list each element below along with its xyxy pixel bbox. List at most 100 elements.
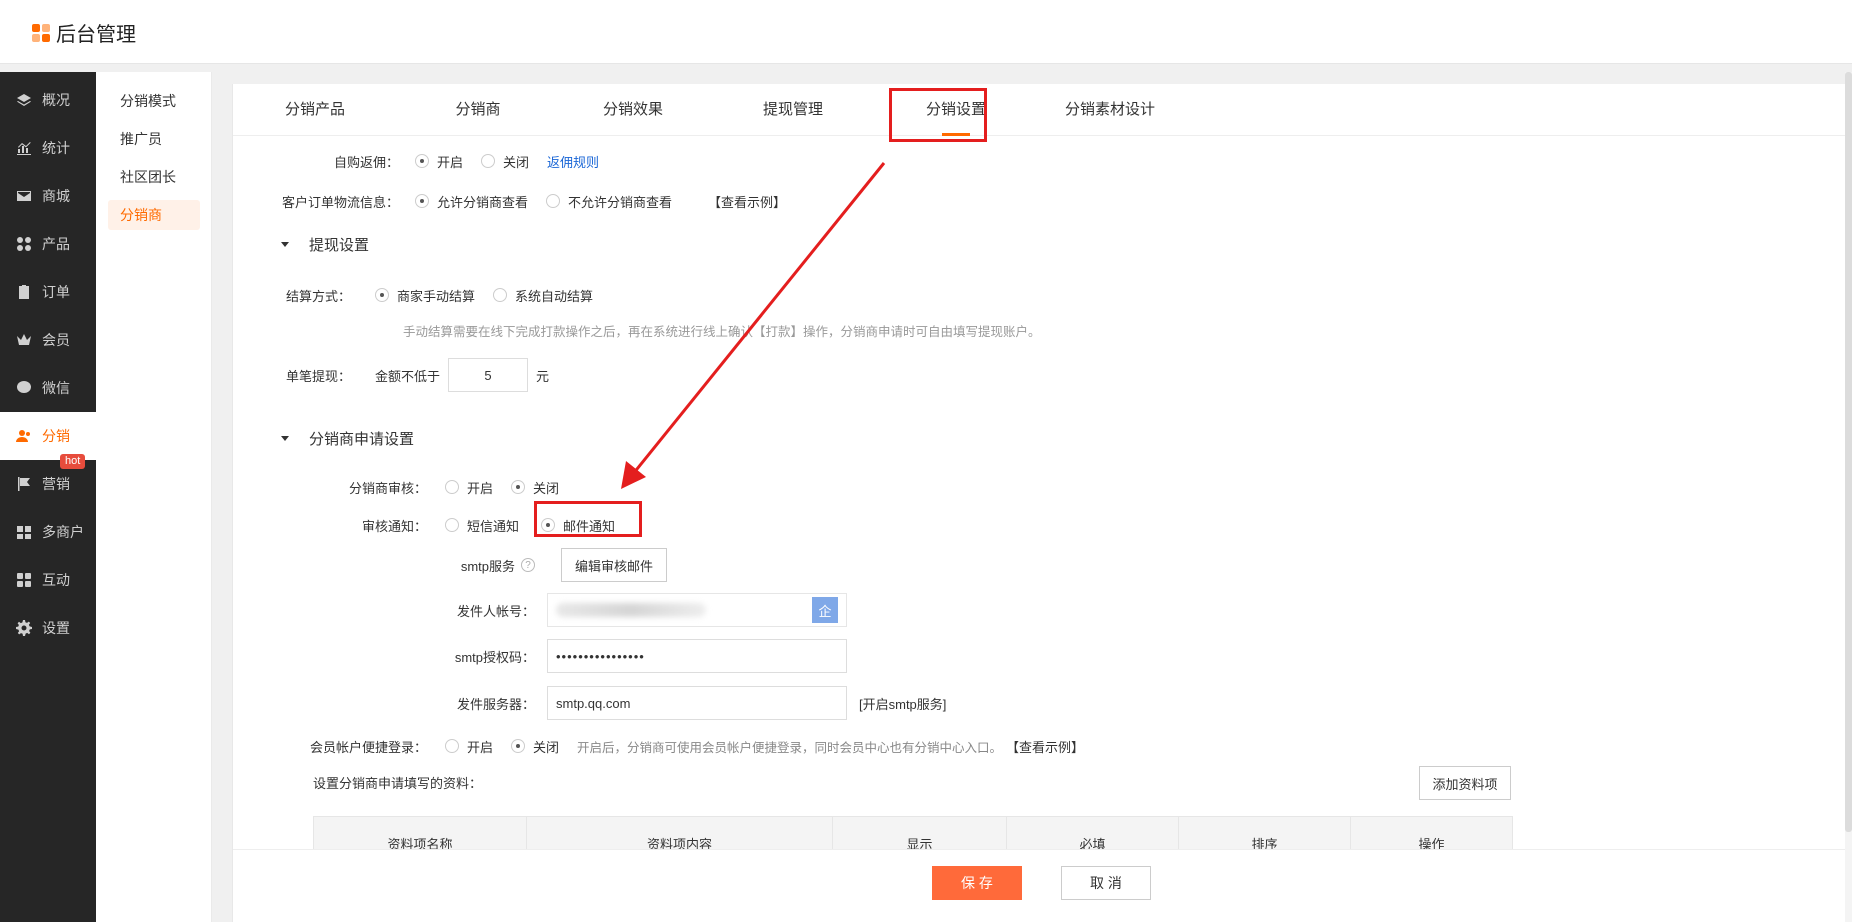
sidebar-item-stats[interactable]: 统计 [0, 124, 96, 172]
min-amount-input[interactable]: 5 [448, 358, 529, 392]
radio-dot [445, 480, 459, 494]
auth-code-label: smtp授权码： [454, 649, 535, 665]
quick-login-on-radio[interactable]: 开启 [445, 737, 493, 756]
quick-login-example-link[interactable]: 【查看示例】 [1006, 737, 1084, 756]
radio-dot [445, 739, 459, 753]
notify-sms-radio[interactable]: 短信通知 [445, 516, 519, 535]
sidebar-item-label: 订单 [42, 284, 70, 300]
quick-login-off-radio[interactable]: 关闭 [511, 737, 559, 756]
radio-label: 关闭 [503, 154, 530, 170]
single-withdraw-row: 单笔提现： 金额不低于 5 元 [233, 358, 549, 392]
sidebar-item-label: 设置 [42, 620, 70, 636]
self-rebate-label: 自购返佣： [333, 154, 399, 170]
tab-distribution-effect[interactable]: 分销效果 [593, 84, 673, 136]
rebate-rules-link[interactable]: 返佣规则 [547, 152, 599, 171]
settle-auto-radio[interactable]: 系统自动结算 [493, 286, 593, 305]
radio-label: 关闭 [533, 739, 560, 755]
sidebar-item-mall[interactable]: 商城 [0, 172, 96, 220]
chart-icon [16, 140, 32, 156]
sidebar-item-overview[interactable]: 概况 [0, 76, 96, 124]
tab-distributors[interactable]: 分销商 [443, 84, 513, 136]
notify-mail-radio[interactable]: 邮件通知 [541, 516, 615, 535]
withdraw-section-title[interactable]: 提现设置 [281, 232, 369, 256]
subnav-item-mode[interactable]: 分销模式 [108, 86, 200, 116]
tab-withdraw-management[interactable]: 提现管理 [753, 84, 833, 136]
server-input[interactable]: smtp.qq.com [547, 686, 847, 720]
radio-dot [511, 739, 526, 753]
sender-row: 发件人帐号： 企 [233, 593, 847, 627]
subnav-item-promoter[interactable]: 推广员 [108, 124, 200, 154]
sidebar-item-label: 概况 [42, 92, 70, 108]
tab-distribution-products[interactable]: 分销产品 [275, 84, 355, 136]
sender-account-input[interactable]: 企 [547, 593, 847, 627]
self-rebate-off-radio[interactable]: 关闭 [481, 152, 529, 171]
tab-material-design[interactable]: 分销素材设计 [1055, 84, 1165, 136]
radio-dot [415, 194, 429, 208]
radio-label: 允许分销商查看 [437, 194, 529, 210]
smtp-label: smtp服务 [460, 558, 515, 574]
auth-code-input[interactable]: •••••••••••••••• [547, 639, 847, 673]
radio-label: 开启 [437, 154, 464, 170]
hot-badge: hot [60, 454, 86, 469]
radio-dot [546, 194, 561, 208]
sidebar-item-wechat[interactable]: 微信 [0, 364, 96, 412]
app-title: 后台管理 [56, 24, 136, 46]
logistics-label: 客户订单物流信息： [281, 194, 399, 210]
sidebar-item-settings[interactable]: 设置 [0, 604, 96, 652]
users-icon [16, 428, 32, 444]
logistics-allow-radio[interactable]: 允许分销商查看 [415, 192, 528, 211]
server-row: 发件服务器： smtp.qq.com [开启smtp服务] [233, 686, 946, 720]
caret-down-icon [281, 435, 289, 441]
radio-dot [493, 288, 508, 302]
enterprise-addon[interactable]: 企 [812, 597, 838, 623]
sidebar-item-distribution[interactable]: 分销 [0, 412, 96, 460]
min-amount-prefix: 金额不低于 [375, 368, 441, 384]
subnav-item-community-leader[interactable]: 社区团长 [108, 162, 200, 192]
logistics-row: 客户订单物流信息： 允许分销商查看 不允许分销商查看 【查看示例】 [233, 186, 786, 216]
section-title-text: 分销商申请设置 [309, 430, 415, 448]
apply-section-title[interactable]: 分销商申请设置 [281, 426, 414, 450]
smtp-row: smtp服务 ? 编辑审核邮件 [233, 548, 667, 582]
sender-label: 发件人帐号： [456, 603, 535, 619]
sidebar-item-products[interactable]: 产品 [0, 220, 96, 268]
page-scrollbar[interactable] [1845, 72, 1852, 922]
sidebar-item-orders[interactable]: 订单 [0, 268, 96, 316]
add-field-button[interactable]: 添加资料项 [1419, 766, 1511, 800]
apply-fields-label: 设置分销商申请填写的资料： [313, 775, 483, 791]
app-logo[interactable]: 后台管理 [32, 18, 136, 47]
sidebar-item-interaction[interactable]: 互动 [0, 556, 96, 604]
review-row: 分销商审核： 开启 关闭 [233, 472, 577, 502]
form-footer: 保 存 取 消 [233, 849, 1852, 922]
sidebar-item-label: 分销 [42, 428, 70, 444]
self-rebate-on-radio[interactable]: 开启 [415, 152, 463, 171]
review-on-radio[interactable]: 开启 [445, 478, 493, 497]
sidebar-item-multi-merchant[interactable]: 多商户 [0, 508, 96, 556]
logistics-deny-radio[interactable]: 不允许分销商查看 [546, 192, 672, 211]
sidebar-item-label: 会员 [42, 332, 70, 348]
logistics-example-link[interactable]: 【查看示例】 [708, 192, 786, 211]
settle-manual-radio[interactable]: 商家手动结算 [375, 286, 475, 305]
notify-row: 审核通知： 短信通知 邮件通知 [233, 510, 633, 540]
enable-smtp-link[interactable]: [开启smtp服务] [859, 694, 946, 713]
radio-label: 邮件通知 [563, 518, 616, 534]
radio-label: 关闭 [533, 480, 560, 496]
sidebar-item-label: 统计 [42, 140, 70, 156]
subnav-item-distributor[interactable]: 分销商 [108, 200, 200, 230]
tab-distribution-settings[interactable]: 分销设置 [911, 84, 1001, 136]
sidebar-item-label: 多商户 [42, 524, 84, 540]
main-sidebar: 概况 统计 商城 产品 订单 会员 微信 分销 hot 营销 多商户 互动 设置 [0, 72, 96, 922]
radio-label: 系统自动结算 [515, 288, 594, 304]
edit-review-mail-button[interactable]: 编辑审核邮件 [561, 548, 667, 582]
radio-label: 商家手动结算 [397, 288, 476, 304]
review-off-radio[interactable]: 关闭 [511, 478, 559, 497]
scrollbar-thumb[interactable] [1845, 72, 1852, 832]
cancel-button[interactable]: 取 消 [1061, 866, 1151, 900]
sidebar-item-members[interactable]: 会员 [0, 316, 96, 364]
settle-label: 结算方式： [285, 288, 351, 304]
crown-icon [16, 332, 32, 348]
save-button[interactable]: 保 存 [932, 866, 1022, 900]
auth-code-row: smtp授权码： •••••••••••••••• [233, 639, 847, 673]
help-icon[interactable]: ? [521, 558, 535, 572]
radio-label: 不允许分销商查看 [568, 194, 673, 210]
sidebar-item-marketing[interactable]: hot 营销 [0, 454, 96, 508]
